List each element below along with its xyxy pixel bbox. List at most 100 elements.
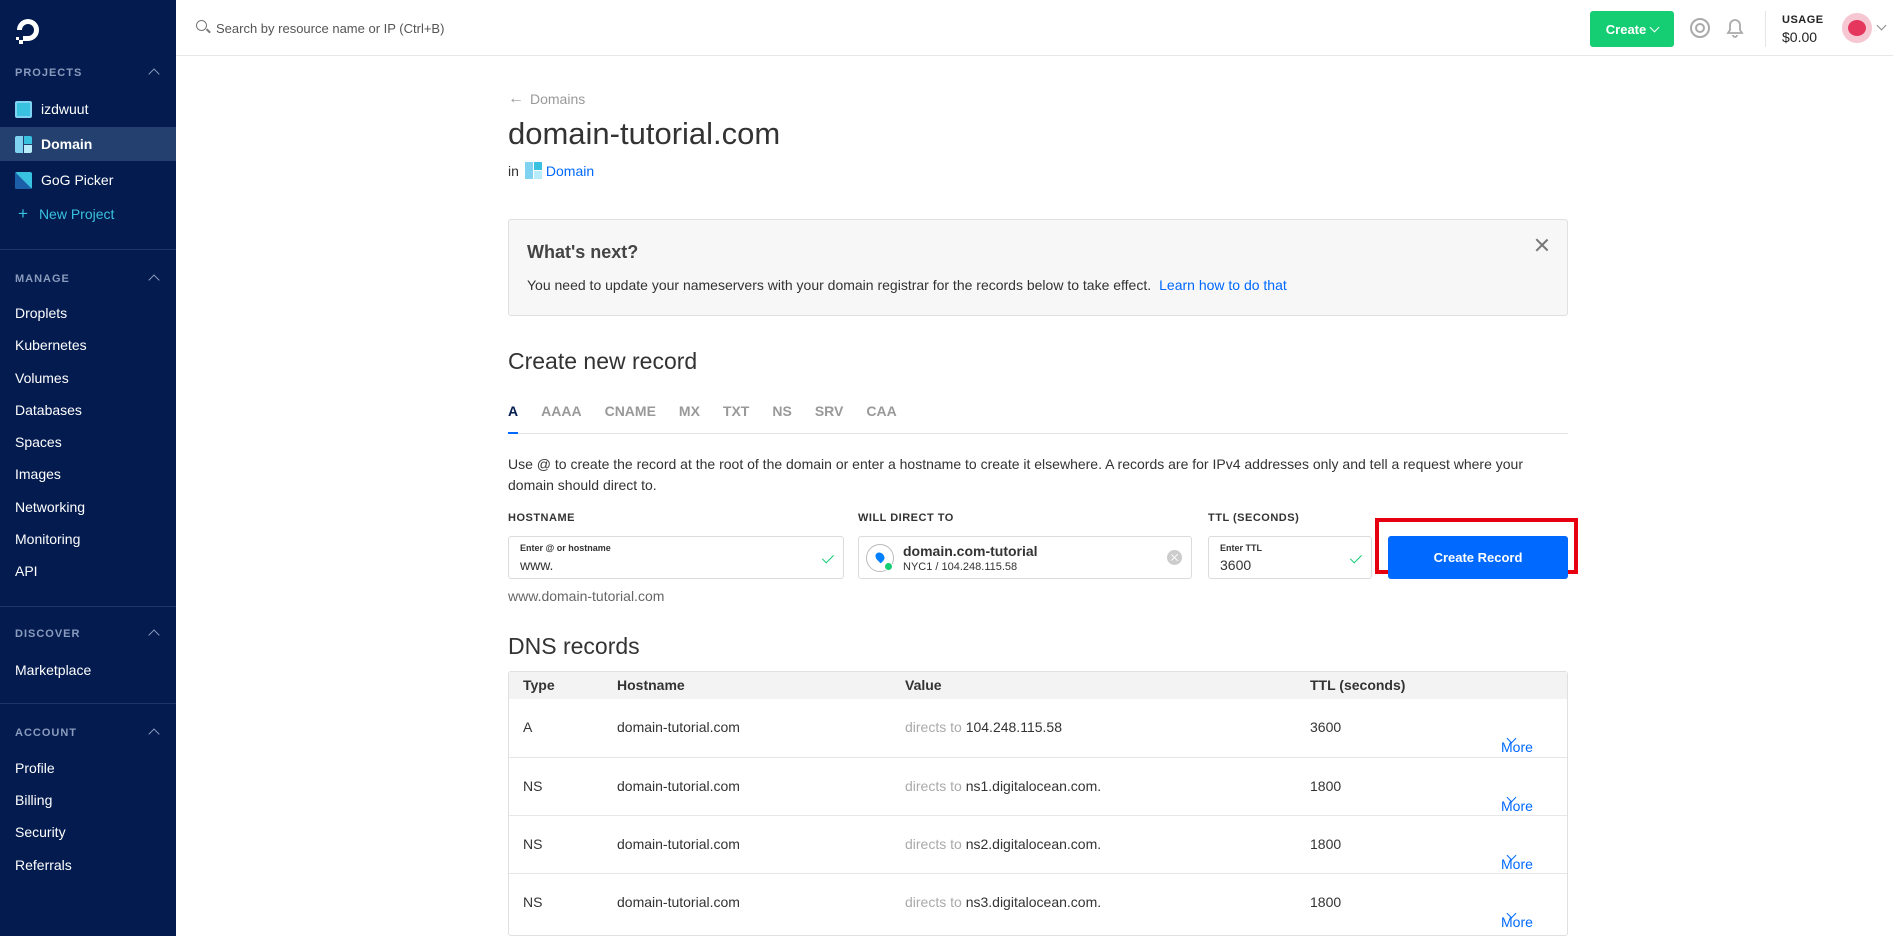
tab-srv[interactable]: SRV <box>815 401 844 434</box>
new-project-button[interactable]: + New Project <box>0 197 176 231</box>
tab-txt[interactable]: TXT <box>723 401 749 434</box>
sidebar-item-droplets[interactable]: Droplets <box>0 296 176 330</box>
discover-header: DISCOVER <box>15 628 81 640</box>
back-to-domains-link[interactable]: ← Domains <box>508 90 585 108</box>
cell-hostname: domain-tutorial.com <box>617 836 740 852</box>
sidebar-item-volumes[interactable]: Volumes <box>0 361 176 395</box>
close-icon[interactable] <box>1535 238 1549 252</box>
will-direct-to-select[interactable]: domain.com-tutorial NYC1 / 104.248.115.5… <box>858 536 1192 579</box>
dns-records-heading: DNS records <box>508 633 640 659</box>
clear-selection-icon[interactable] <box>1167 550 1182 565</box>
hostname-field[interactable]: Enter @ or hostname <box>508 536 844 579</box>
chevron-down-icon <box>1649 22 1660 32</box>
sidebar-item-billing[interactable]: Billing <box>0 783 176 817</box>
ttl-field[interactable]: Enter TTL <box>1208 536 1372 579</box>
cell-ttl: 1800 <box>1310 894 1342 910</box>
sidebar-item-label: izdwuut <box>41 101 89 117</box>
search-input[interactable] <box>216 17 616 39</box>
sidebar: PROJECTS izdwuut Domain GoG Picker + New… <box>0 0 176 936</box>
manage-collapse-chevron-icon[interactable] <box>148 274 160 286</box>
tab-ns[interactable]: NS <box>772 401 791 434</box>
whats-next-banner: What's next? You need to update your nam… <box>508 219 1568 316</box>
ttl-input[interactable] <box>1220 557 1320 573</box>
directs-to-prefix: directs to <box>905 894 962 910</box>
directs-to-prefix: directs to <box>905 778 962 794</box>
plus-icon: + <box>18 204 28 223</box>
create-record-button[interactable]: Create Record <box>1388 536 1568 579</box>
directs-to-prefix: directs to <box>905 719 962 735</box>
project-icon <box>15 171 32 189</box>
sidebar-item-profile[interactable]: Profile <box>0 751 176 785</box>
sidebar-item-kubernetes[interactable]: Kubernetes <box>0 328 176 362</box>
checkmark-icon <box>1349 551 1363 564</box>
sidebar-item-databases[interactable]: Databases <box>0 393 176 427</box>
droplet-name: domain.com-tutorial <box>903 543 1038 559</box>
top-bar: Create USAGE $0.00 <box>176 0 1893 56</box>
sidebar-item-security[interactable]: Security <box>0 815 176 849</box>
hostname-preview: www.domain-tutorial.com <box>508 588 665 604</box>
record-type-tabs: A AAAA CNAME MX TXT NS SRV CAA <box>508 401 1568 434</box>
table-row: A domain-tutorial.com directs to 104.248… <box>509 699 1567 757</box>
sidebar-project-izdwuut[interactable]: izdwuut <box>0 92 176 126</box>
sidebar-item-marketplace[interactable]: Marketplace <box>0 653 176 687</box>
tab-caa[interactable]: CAA <box>866 401 896 434</box>
sidebar-project-domain[interactable]: Domain <box>0 127 176 161</box>
table-row: NS domain-tutorial.com directs to ns2.di… <box>509 815 1567 873</box>
back-link-label: Domains <box>530 91 586 107</box>
hostname-input[interactable] <box>520 557 720 573</box>
cell-value: directs to ns3.digitalocean.com. <box>905 894 1101 910</box>
usage-value[interactable]: $0.00 <box>1782 29 1817 45</box>
tab-aaaa[interactable]: AAAA <box>541 401 581 434</box>
cell-hostname: domain-tutorial.com <box>617 894 740 910</box>
sidebar-item-spaces[interactable]: Spaces <box>0 425 176 459</box>
tab-mx[interactable]: MX <box>679 401 700 434</box>
table-header: Type Hostname Value TTL (seconds) <box>509 672 1567 699</box>
user-avatar[interactable] <box>1842 13 1872 43</box>
manage-header: MANAGE <box>15 273 70 285</box>
sidebar-item-networking[interactable]: Networking <box>0 490 176 524</box>
sidebar-item-label: GoG Picker <box>41 172 114 188</box>
cell-ttl: 3600 <box>1310 719 1342 735</box>
create-record-heading: Create new record <box>508 348 698 374</box>
value-text: ns3.digitalocean.com. <box>965 894 1102 910</box>
sidebar-item-referrals[interactable]: Referrals <box>0 848 176 882</box>
more-label: More <box>1501 798 1533 814</box>
more-label: More <box>1501 914 1533 930</box>
sidebar-item-monitoring[interactable]: Monitoring <box>0 522 176 556</box>
create-dropdown-button[interactable]: Create <box>1590 11 1674 47</box>
value-text: 104.248.115.58 <box>965 719 1062 735</box>
column-header-value: Value <box>905 677 942 693</box>
discover-collapse-chevron-icon[interactable] <box>148 629 160 641</box>
ttl-hint: Enter TTL <box>1220 543 1262 553</box>
notifications-bell-icon[interactable] <box>1726 18 1744 38</box>
new-project-label: New Project <box>38 206 115 222</box>
cell-type: NS <box>523 836 543 852</box>
banner-message: You need to update your nameservers with… <box>527 277 1152 293</box>
sidebar-item-api[interactable]: API <box>0 554 176 588</box>
project-icon <box>15 100 32 118</box>
account-collapse-chevron-icon[interactable] <box>148 728 160 740</box>
dns-records-table: Type Hostname Value TTL (seconds) A doma… <box>508 671 1568 936</box>
value-text: ns2.digitalocean.com. <box>965 836 1102 852</box>
more-label: More <box>1501 739 1533 755</box>
create-button-label: Create <box>1605 21 1647 37</box>
divider <box>0 703 176 704</box>
help-lifebuoy-icon[interactable] <box>1690 18 1710 38</box>
directs-to-prefix: directs to <box>905 836 962 852</box>
sidebar-project-gog-picker[interactable]: GoG Picker <box>0 163 176 197</box>
projects-collapse-chevron-icon[interactable] <box>148 68 160 80</box>
chevron-down-icon[interactable] <box>1876 20 1887 31</box>
cell-hostname: domain-tutorial.com <box>617 778 740 794</box>
more-label: More <box>1501 856 1533 872</box>
project-link[interactable]: Domain <box>546 163 594 179</box>
hostname-label: HOSTNAME <box>508 512 575 524</box>
tab-a[interactable]: A <box>508 401 519 434</box>
droplet-icon <box>866 544 894 572</box>
learn-how-link[interactable]: Learn how to do that <box>1159 277 1287 293</box>
cell-type: NS <box>523 894 543 910</box>
tab-cname[interactable]: CNAME <box>605 401 656 434</box>
banner-title: What's next? <box>527 242 639 262</box>
sidebar-item-images[interactable]: Images <box>0 457 176 491</box>
cell-type: NS <box>523 778 543 794</box>
digitalocean-logo-icon[interactable] <box>14 16 42 44</box>
